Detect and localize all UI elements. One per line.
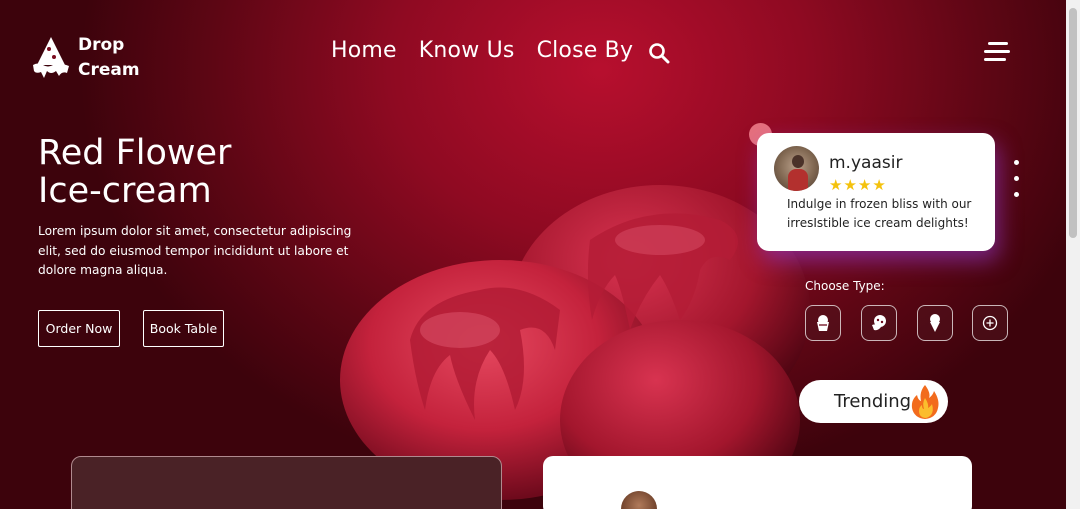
choose-type-label: Choose Type:	[805, 279, 885, 293]
main-nav: Home Know Us Close By	[331, 38, 655, 63]
plus-icon	[982, 315, 998, 331]
fire-icon	[911, 385, 939, 419]
review-card: m.yaasir ★★★★ Indulge in frozen bliss wi…	[757, 133, 995, 251]
order-now-button[interactable]: Order Now	[38, 310, 120, 347]
hero-description: Lorem ipsum dolor sit amet, consectetur …	[38, 224, 352, 277]
avatar	[774, 146, 819, 191]
nav-close-by[interactable]: Close By	[537, 38, 634, 63]
hero-title-line-1: Red Flower	[38, 133, 232, 173]
reviewer-name: m.yaasir	[829, 153, 903, 173]
type-cone-button[interactable]	[917, 305, 953, 341]
scoop-icon	[872, 315, 886, 331]
brand-name: Drop Cream	[78, 33, 140, 83]
ice-cream-logo-icon	[33, 37, 69, 78]
brand-logo[interactable]: Drop Cream	[32, 33, 140, 83]
menu-icon[interactable]	[984, 42, 1010, 62]
book-table-button[interactable]: Book Table	[143, 310, 224, 347]
search-icon[interactable]	[648, 42, 670, 64]
scrollbar-thumb[interactable]	[1069, 8, 1077, 238]
trending-label: Trending	[834, 391, 912, 412]
page: Drop Cream Home Know Us Close By Red Flo…	[0, 0, 1066, 509]
nav-home[interactable]: Home	[331, 38, 397, 63]
feature-card-left	[71, 456, 502, 509]
type-scoop-button[interactable]	[861, 305, 897, 341]
brand-line-2: Cream	[78, 60, 140, 80]
review-text: Indulge in frozen bliss with our irresIs…	[787, 197, 972, 230]
cup-icon	[817, 315, 829, 331]
type-cup-button[interactable]	[805, 305, 841, 341]
trending-badge[interactable]: Trending	[799, 380, 948, 423]
cone-icon	[930, 314, 940, 332]
star-rating: ★★★★	[829, 176, 887, 194]
hero-title: Red Flower Ice-cream	[38, 134, 231, 210]
more-options-icon[interactable]	[1013, 160, 1021, 200]
type-more-button[interactable]	[972, 305, 1008, 341]
hero-title-line-2: Ice-cream	[38, 171, 212, 211]
page-scrollbar[interactable]	[1066, 0, 1080, 509]
brand-line-1: Drop	[78, 35, 125, 55]
feature-card-right	[543, 456, 972, 509]
nav-know-us[interactable]: Know Us	[419, 38, 515, 63]
product-thumbnail	[621, 491, 657, 509]
